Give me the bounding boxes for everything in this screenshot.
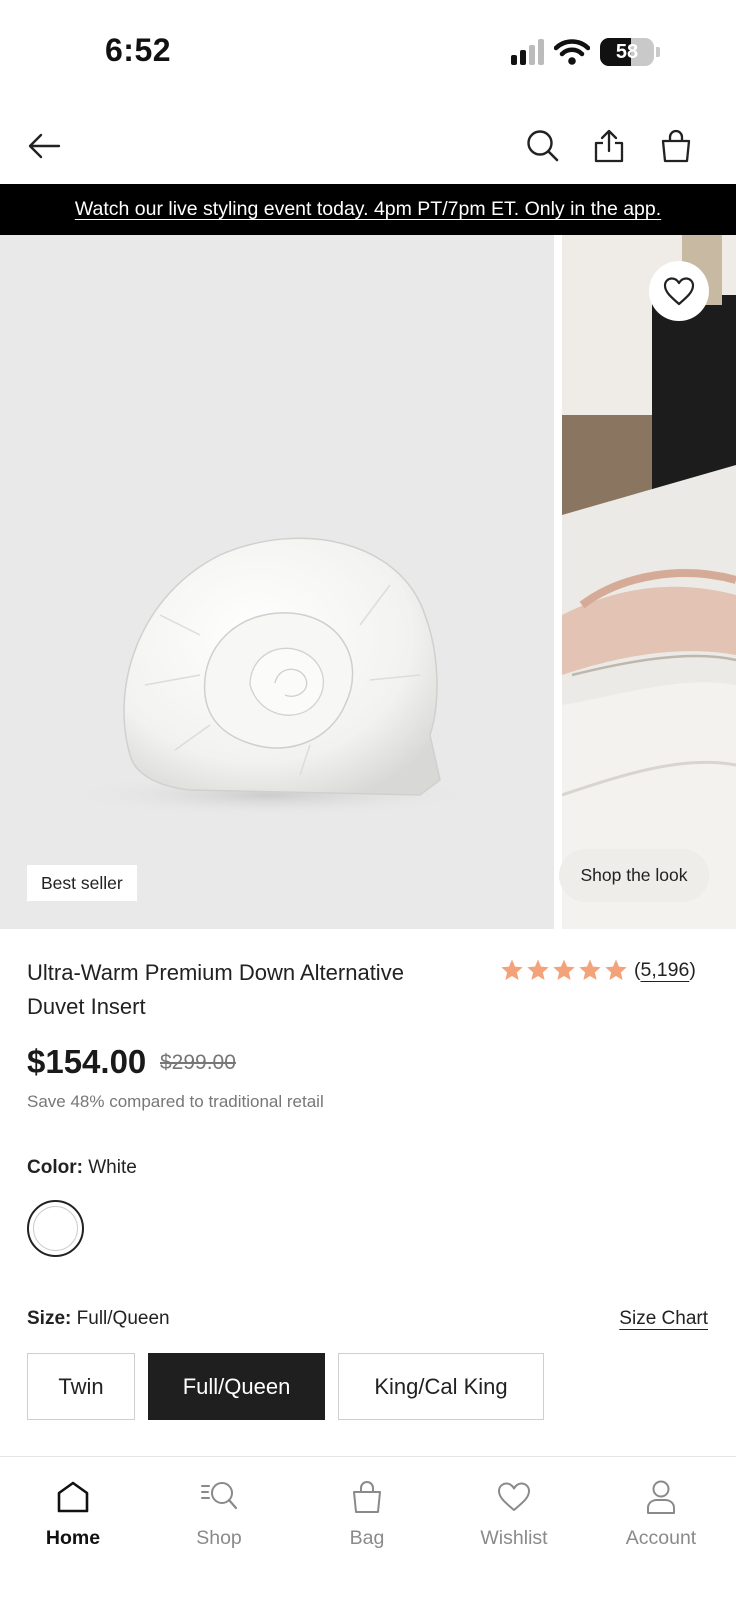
swatch-fill <box>33 1206 78 1251</box>
size-option-twin[interactable]: Twin <box>27 1353 135 1420</box>
shop-the-look-button[interactable]: Shop the look <box>559 849 709 902</box>
color-swatch-white[interactable] <box>27 1200 84 1257</box>
star-icon <box>579 959 601 980</box>
tab-home-label: Home <box>45 1527 101 1549</box>
review-count: 5,196 <box>640 958 690 981</box>
size-option-full-queen[interactable]: Full/Queen <box>148 1353 325 1420</box>
tab-account-label: Account <box>625 1527 697 1549</box>
tab-wishlist-label: Wishlist <box>480 1527 548 1549</box>
promo-banner[interactable]: Watch our live styling event today. 4pm … <box>0 184 736 235</box>
tab-shop-label: Shop <box>196 1527 242 1549</box>
bottom-tab-bar: Home Shop Bag Wishlist Account <box>0 1456 736 1600</box>
star-icon <box>605 959 627 980</box>
status-icons: 58 <box>511 38 660 66</box>
status-time: 6:52 <box>105 32 172 68</box>
size-label: Size: Full/Queen <box>27 1308 170 1330</box>
size-value: Full/Queen <box>76 1308 170 1329</box>
product-image-gallery[interactable]: Best seller Shop the look <box>0 235 736 929</box>
color-label-title: Color: <box>27 1157 83 1178</box>
bedroom-lifestyle-image <box>562 235 736 929</box>
shopping-bag-icon <box>661 129 691 163</box>
status-bar: 6:52 58 <box>0 0 736 100</box>
review-count-link[interactable]: (5,196) <box>634 959 696 982</box>
battery-icon: 58 <box>600 38 654 66</box>
best-seller-badge: Best seller <box>27 865 137 901</box>
tab-wishlist[interactable]: Wishlist <box>449 1477 579 1550</box>
home-icon <box>57 1481 89 1513</box>
cellular-signal-icon <box>511 39 544 65</box>
shop-search-icon <box>201 1482 238 1510</box>
search-button[interactable] <box>523 126 563 166</box>
star-icon <box>527 959 549 980</box>
savings-text: Save 48% compared to traditional retail <box>27 1092 324 1111</box>
tab-account-icon-wrap <box>645 1477 677 1517</box>
size-chart-link[interactable]: Size Chart <box>619 1308 708 1330</box>
tab-home-icon-wrap <box>56 1477 90 1517</box>
size-option-king-cal-king[interactable]: King/Cal King <box>338 1353 544 1420</box>
product-image[interactable] <box>0 235 554 929</box>
rolled-duvet-image <box>60 537 480 817</box>
battery-nub <box>656 47 660 57</box>
search-icon <box>527 130 559 162</box>
product-rating[interactable]: (5,196) <box>500 958 696 982</box>
top-nav <box>0 110 736 184</box>
battery-level: 58 <box>615 41 639 63</box>
add-to-wishlist-button[interactable] <box>649 261 709 321</box>
heart-icon <box>498 1482 530 1511</box>
bag-button[interactable] <box>656 126 696 166</box>
original-price: $299.00 <box>160 1051 236 1074</box>
color-value: White <box>88 1157 137 1178</box>
tab-bag-icon-wrap <box>351 1477 383 1517</box>
person-icon <box>647 1480 675 1514</box>
tab-home[interactable]: Home <box>8 1477 138 1550</box>
share-icon <box>594 129 624 163</box>
size-label-title: Size: <box>27 1308 72 1329</box>
star-icon <box>553 959 575 980</box>
heart-icon <box>663 277 695 306</box>
product-title: Ultra-Warm Premium Down Alternative Duve… <box>27 960 404 1019</box>
tab-bag[interactable]: Bag <box>302 1477 432 1550</box>
wifi-icon <box>554 39 590 65</box>
back-button[interactable] <box>24 126 64 166</box>
share-button[interactable] <box>589 126 629 166</box>
tab-wishlist-icon-wrap <box>497 1477 531 1517</box>
back-arrow-icon <box>28 133 61 159</box>
tab-shop-icon-wrap <box>200 1477 238 1517</box>
sale-price: $154.00 <box>27 1043 147 1080</box>
bag-icon <box>353 1481 381 1513</box>
tab-account[interactable]: Account <box>596 1477 726 1550</box>
tab-bag-label: Bag <box>349 1527 385 1549</box>
color-label: Color: White <box>27 1157 137 1179</box>
star-rating <box>500 958 628 982</box>
tab-shop[interactable]: Shop <box>154 1477 284 1550</box>
star-icon <box>501 959 523 980</box>
lifestyle-image[interactable] <box>562 235 736 929</box>
